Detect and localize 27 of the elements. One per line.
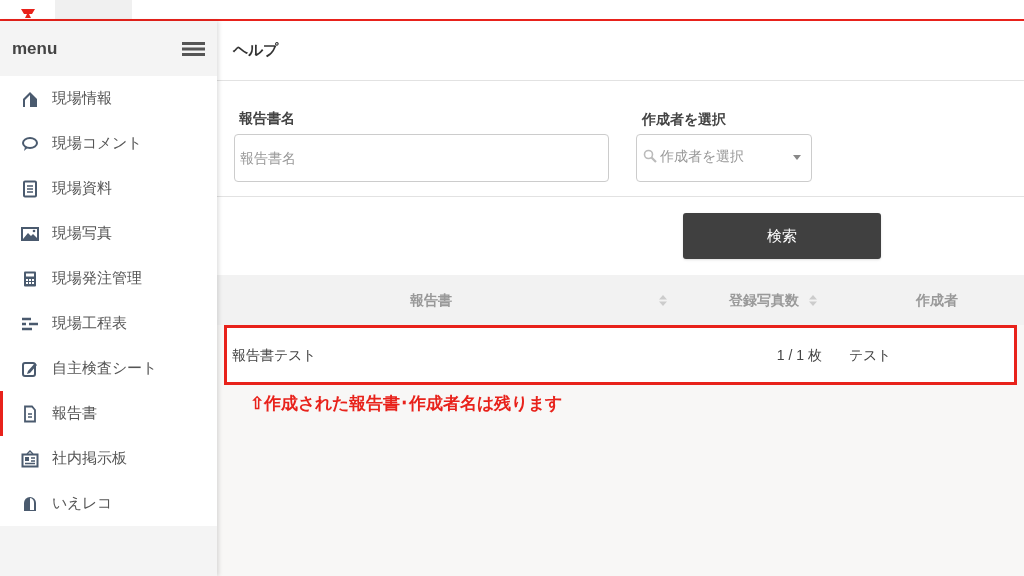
edit-icon [21,359,39,378]
image-icon [21,224,39,243]
menu-title: menu [12,37,58,60]
speech-bubble-icon [21,134,39,153]
search-button[interactable]: 検索 [683,213,881,259]
file-icon [21,404,39,423]
calculator-icon [21,269,39,288]
house-icon [21,89,39,108]
table-row[interactable]: 報告書テスト 1 / 1 枚 テスト [224,325,1017,385]
sort-icon[interactable] [659,294,667,306]
annotation-note: ⇧作成された報告書･作成者名は残ります [250,394,562,413]
field-label: 報告書名 [238,109,296,128]
table-cell: 報告書テスト [232,347,316,363]
id-card-icon [21,449,39,468]
report-name-field[interactable]: 報告書名 [234,134,609,182]
caret-icon [793,155,801,160]
sort-icon[interactable] [809,294,817,306]
logo-icon[interactable] [18,9,37,19]
table-cell: テスト [849,347,891,363]
field-label: 作成者を選択 [640,110,727,129]
search-icon [643,149,657,163]
door-icon [21,494,39,513]
document-icon [21,179,39,198]
menu-icon[interactable] [182,41,205,56]
tab[interactable] [55,0,132,19]
table-cell-text: 1 / 1 枚 [776,345,822,365]
page-title: ヘルプ [233,40,278,61]
